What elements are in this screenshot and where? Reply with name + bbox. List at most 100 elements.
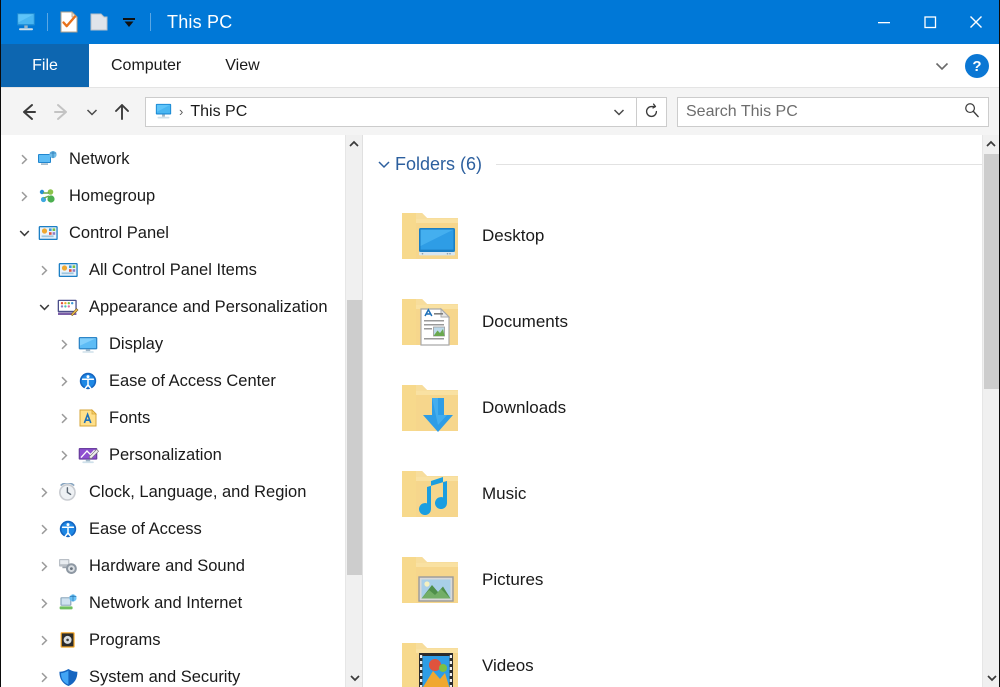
tree-item-label: Ease of Access	[89, 520, 202, 539]
scrollbar-thumb[interactable]	[984, 154, 999, 389]
tree-item-programs[interactable]: Programs	[1, 622, 362, 659]
scroll-down-button[interactable]	[983, 669, 999, 687]
scroll-up-button[interactable]	[983, 135, 999, 153]
window-title: This PC	[167, 12, 232, 33]
appearance-icon	[55, 297, 81, 319]
folder-item-videos[interactable]: Videos	[398, 623, 999, 687]
forward-button[interactable]	[45, 95, 79, 129]
tree-item-ease-of-access-center[interactable]: Ease of Access Center	[1, 363, 362, 400]
scroll-down-button[interactable]	[346, 669, 362, 687]
navigation-tree: NetworkHomegroup Control Panel All Control…	[1, 135, 362, 687]
ribbon-right-controls: ?	[929, 44, 989, 88]
chevron-right-icon[interactable]	[33, 634, 55, 647]
display-icon	[75, 334, 101, 356]
tree-item-network-and-internet[interactable]: Network and Internet	[1, 585, 362, 622]
folder-item-documents[interactable]: Documents	[398, 279, 999, 365]
chevron-right-icon[interactable]	[33, 597, 55, 610]
chevron-down-icon[interactable]	[929, 53, 955, 79]
chevron-right-icon[interactable]	[33, 486, 55, 499]
help-icon[interactable]: ?	[965, 54, 989, 78]
chevron-right-icon[interactable]	[33, 671, 55, 684]
tree-item-appearance-and-personalization[interactable]: Appearance and Personalization	[1, 289, 362, 326]
new-folder-icon[interactable]	[84, 7, 114, 37]
close-button[interactable]	[953, 0, 999, 44]
tree-item-fonts[interactable]: Fonts	[1, 400, 362, 437]
tree-item-clock-language-and-region[interactable]: Clock, Language, and Region	[1, 474, 362, 511]
tree-item-label: Ease of Access Center	[109, 372, 276, 391]
documents-folder-icon	[398, 291, 462, 353]
folder-item-label: Downloads	[482, 398, 566, 418]
personalization-icon	[75, 445, 101, 467]
search-input[interactable]: Search This PC	[686, 103, 963, 121]
chevron-right-icon[interactable]	[33, 523, 55, 536]
folder-item-desktop[interactable]: Desktop	[398, 193, 999, 279]
tab-computer[interactable]: Computer	[89, 44, 203, 87]
chevron-right-icon[interactable]	[53, 338, 75, 351]
control-panel-icon	[55, 260, 81, 282]
scrollbar-thumb[interactable]	[347, 300, 362, 575]
tree-item-control-panel[interactable]: Control Panel	[1, 215, 362, 252]
explorer-body: NetworkHomegroup Control Panel All Control…	[1, 135, 999, 687]
refresh-button[interactable]	[637, 97, 667, 127]
this-pc-icon[interactable]	[11, 7, 41, 37]
customize-quick-access-dropdown[interactable]	[114, 7, 144, 37]
chevron-right-icon[interactable]	[13, 190, 35, 203]
folder-item-downloads[interactable]: Downloads	[398, 365, 999, 451]
window-controls	[861, 0, 999, 44]
tab-view[interactable]: View	[203, 44, 281, 87]
scroll-up-button[interactable]	[346, 135, 362, 153]
this-pc-icon	[152, 102, 174, 122]
chevron-right-icon[interactable]	[53, 375, 75, 388]
chevron-right-icon[interactable]	[33, 560, 55, 573]
folder-item-pictures[interactable]: Pictures	[398, 537, 999, 623]
pictures-folder-icon	[398, 549, 462, 611]
ease-of-access-icon	[75, 371, 101, 393]
tab-computer-label: Computer	[111, 57, 181, 75]
maximize-button[interactable]	[907, 0, 953, 44]
file-explorer-window: This PC File Computer View	[0, 0, 1000, 687]
chevron-down-icon[interactable]	[373, 156, 395, 172]
help-label: ?	[972, 58, 981, 75]
navigation-pane-scrollbar[interactable]	[345, 135, 362, 687]
downloads-folder-icon	[398, 377, 462, 439]
breadcrumb-separator: ›	[179, 104, 183, 119]
tree-item-hardware-and-sound[interactable]: Hardware and Sound	[1, 548, 362, 585]
tree-item-ease-of-access[interactable]: Ease of Access	[1, 511, 362, 548]
group-header-folders[interactable]: Folders (6)	[373, 149, 999, 179]
search-box[interactable]: Search This PC	[677, 97, 989, 127]
up-button[interactable]	[105, 95, 139, 129]
breadcrumb-current: This PC	[190, 103, 608, 121]
tree-item-label: Appearance and Personalization	[89, 298, 328, 317]
tree-item-all-control-panel-items[interactable]: All Control Panel Items	[1, 252, 362, 289]
chevron-down-icon[interactable]	[608, 105, 630, 119]
tree-item-label: Control Panel	[69, 224, 169, 243]
navigation-pane: NetworkHomegroup Control Panel All Control…	[1, 135, 362, 687]
content-pane: Folders (6) DesktopDocuments Downloads Mus…	[362, 135, 999, 687]
content-pane-scrollbar[interactable]	[982, 135, 999, 687]
tab-file[interactable]: File	[1, 44, 89, 87]
chevron-down-icon[interactable]	[33, 301, 55, 314]
network-icon	[35, 149, 61, 171]
folder-item-label: Music	[482, 484, 526, 504]
chevron-right-icon[interactable]	[53, 412, 75, 425]
fonts-icon	[75, 408, 101, 430]
recent-locations-button[interactable]	[79, 95, 105, 129]
tree-item-network[interactable]: Network	[1, 141, 362, 178]
folder-item-music[interactable]: Music	[398, 451, 999, 537]
search-icon[interactable]	[963, 101, 980, 123]
chevron-right-icon[interactable]	[13, 153, 35, 166]
tree-item-personalization[interactable]: Personalization	[1, 437, 362, 474]
tree-item-system-and-security[interactable]: System and Security	[1, 659, 362, 687]
folder-item-label: Pictures	[482, 570, 543, 590]
chevron-down-icon[interactable]	[13, 227, 35, 240]
tree-item-display[interactable]: Display	[1, 326, 362, 363]
minimize-button[interactable]	[861, 0, 907, 44]
tree-item-label: System and Security	[89, 668, 240, 687]
back-button[interactable]	[11, 95, 45, 129]
tree-item-homegroup[interactable]: Homegroup	[1, 178, 362, 215]
folder-list: DesktopDocuments Downloads Music Pictures Vi…	[363, 179, 999, 687]
properties-icon[interactable]	[54, 7, 84, 37]
chevron-right-icon[interactable]	[53, 449, 75, 462]
chevron-right-icon[interactable]	[33, 264, 55, 277]
address-bar[interactable]: › This PC	[145, 97, 637, 127]
